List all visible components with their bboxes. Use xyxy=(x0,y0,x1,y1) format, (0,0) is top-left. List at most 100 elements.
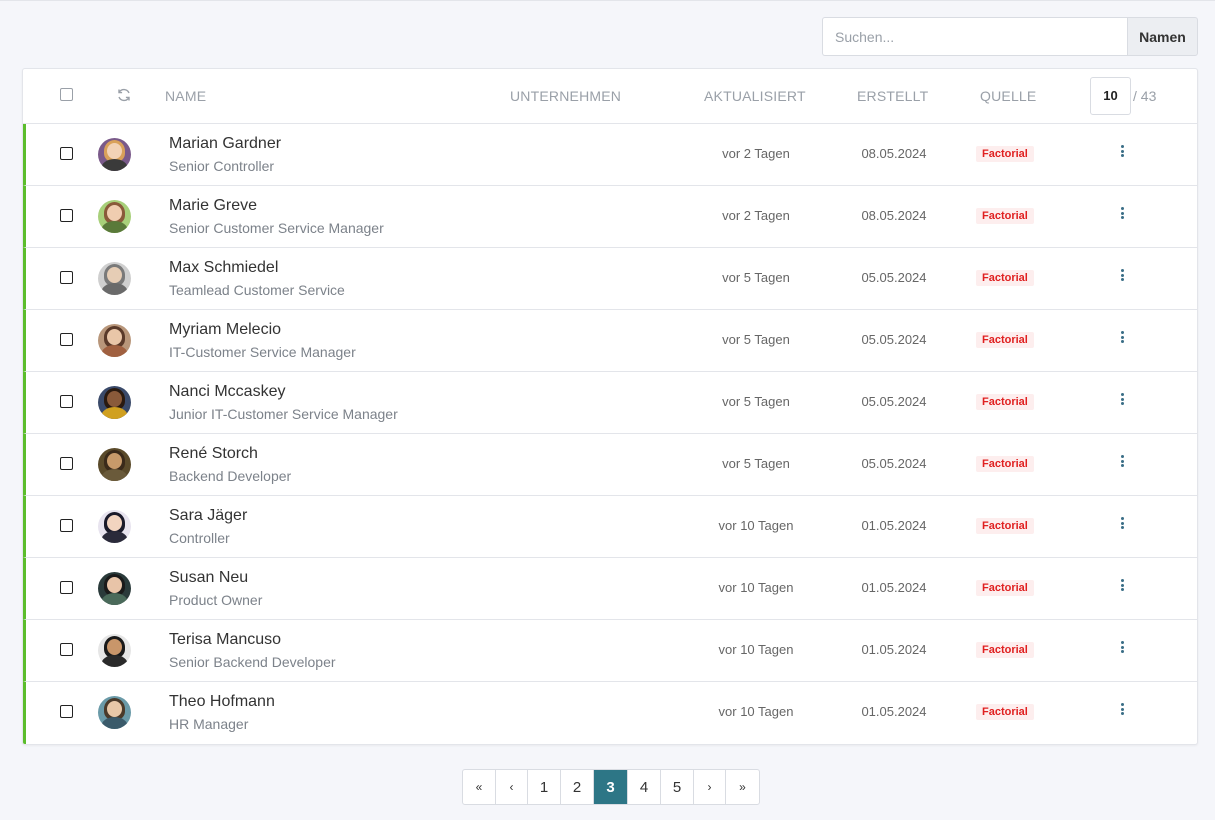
updated-date: vor 5 Tagen xyxy=(722,270,790,285)
more-vertical-icon[interactable] xyxy=(1121,579,1125,593)
created-date: 05.05.2024 xyxy=(861,394,927,409)
column-header-company[interactable]: UNTERNEHMEN xyxy=(510,88,621,104)
column-header-name[interactable]: NAME xyxy=(165,88,206,104)
more-vertical-icon[interactable] xyxy=(1121,455,1125,469)
row-checkbox[interactable] xyxy=(60,519,73,532)
search-input[interactable] xyxy=(822,17,1127,56)
created-date: 01.05.2024 xyxy=(861,580,927,595)
table-row[interactable]: Marie Greve Senior Customer Service Mana… xyxy=(23,186,1197,248)
source-badge: Factorial xyxy=(976,580,1034,596)
table-row[interactable]: Max Schmiedel Teamlead Customer Service … xyxy=(23,248,1197,310)
column-header-source[interactable]: QUELLE xyxy=(980,88,1036,104)
avatar xyxy=(98,200,131,233)
table-row[interactable]: Susan Neu Product Owner vor 10 Tagen 01.… xyxy=(23,558,1197,620)
search-bar: Namen xyxy=(822,17,1198,56)
more-vertical-icon[interactable] xyxy=(1121,331,1125,345)
row-checkbox[interactable] xyxy=(60,209,73,222)
contact-job-title: Senior Controller xyxy=(169,158,275,174)
row-checkbox[interactable] xyxy=(60,333,73,346)
search-mode-button[interactable]: Namen xyxy=(1127,17,1198,56)
contact-name[interactable]: Sara Jäger xyxy=(169,507,247,525)
created-date: 01.05.2024 xyxy=(861,642,927,657)
column-header-updated[interactable]: AKTUALISIERT xyxy=(704,88,806,104)
pagination-page-4[interactable]: 4 xyxy=(628,770,661,804)
contact-job-title: IT-Customer Service Manager xyxy=(169,344,356,360)
contact-name[interactable]: Marian Gardner xyxy=(169,135,281,153)
pagination-first-button[interactable]: « xyxy=(463,770,496,804)
refresh-icon[interactable] xyxy=(116,87,132,103)
row-checkbox[interactable] xyxy=(60,643,73,656)
updated-date: vor 2 Tagen xyxy=(722,208,790,223)
row-checkbox[interactable] xyxy=(60,395,73,408)
avatar xyxy=(98,138,131,171)
more-vertical-icon[interactable] xyxy=(1121,269,1125,283)
updated-date: vor 2 Tagen xyxy=(722,146,790,161)
select-all-checkbox[interactable] xyxy=(60,88,73,101)
pagination: « ‹ 1 2 3 4 5 › » xyxy=(462,769,760,805)
contact-name[interactable]: Myriam Melecio xyxy=(169,321,281,339)
contact-job-title: Backend Developer xyxy=(169,468,292,484)
source-badge: Factorial xyxy=(976,642,1034,658)
table-row[interactable]: Sara Jäger Controller vor 10 Tagen 01.05… xyxy=(23,496,1197,558)
table-row[interactable]: Terisa Mancuso Senior Backend Developer … xyxy=(23,620,1197,682)
source-badge: Factorial xyxy=(976,270,1034,286)
more-vertical-icon[interactable] xyxy=(1121,703,1125,717)
contact-name[interactable]: Nanci Mccaskey xyxy=(169,383,285,401)
table-body: Marian Gardner Senior Controller vor 2 T… xyxy=(23,124,1197,744)
updated-date: vor 10 Tagen xyxy=(718,518,794,533)
source-badge: Factorial xyxy=(976,518,1034,534)
table-row[interactable]: Nanci Mccaskey Junior IT-Customer Servic… xyxy=(23,372,1197,434)
created-date: 08.05.2024 xyxy=(861,146,927,161)
more-vertical-icon[interactable] xyxy=(1121,517,1125,531)
updated-date: vor 5 Tagen xyxy=(722,394,790,409)
pagination-page-1[interactable]: 1 xyxy=(528,770,561,804)
updated-date: vor 5 Tagen xyxy=(722,456,790,471)
source-badge: Factorial xyxy=(976,208,1034,224)
row-checkbox[interactable] xyxy=(60,581,73,594)
pagination-next-button[interactable]: › xyxy=(694,770,726,804)
source-badge: Factorial xyxy=(976,704,1034,720)
table-row[interactable]: Theo Hofmann HR Manager vor 10 Tagen 01.… xyxy=(23,682,1197,744)
total-count: / 43 xyxy=(1133,88,1157,104)
contact-job-title: Teamlead Customer Service xyxy=(169,282,345,298)
avatar xyxy=(98,448,131,481)
created-date: 05.05.2024 xyxy=(861,456,927,471)
contact-name[interactable]: Susan Neu xyxy=(169,569,248,587)
more-vertical-icon[interactable] xyxy=(1121,145,1125,159)
contact-job-title: HR Manager xyxy=(169,716,249,732)
more-vertical-icon[interactable] xyxy=(1121,393,1125,407)
avatar xyxy=(98,572,131,605)
pagination-page-2[interactable]: 2 xyxy=(561,770,594,804)
row-checkbox[interactable] xyxy=(60,271,73,284)
contact-name[interactable]: Max Schmiedel xyxy=(169,259,278,277)
source-badge: Factorial xyxy=(976,394,1034,410)
contact-name[interactable]: René Storch xyxy=(169,445,258,463)
column-header-created[interactable]: ERSTELLT xyxy=(857,88,928,104)
contact-name[interactable]: Theo Hofmann xyxy=(169,693,275,711)
pagination-page-5[interactable]: 5 xyxy=(661,770,694,804)
contact-job-title: Senior Backend Developer xyxy=(169,654,336,670)
row-checkbox[interactable] xyxy=(60,705,73,718)
pagination-prev-button[interactable]: ‹ xyxy=(496,770,528,804)
avatar xyxy=(98,634,131,667)
row-checkbox[interactable] xyxy=(60,457,73,470)
avatar xyxy=(98,386,131,419)
source-badge: Factorial xyxy=(976,456,1034,472)
source-badge: Factorial xyxy=(976,332,1034,348)
contact-job-title: Senior Customer Service Manager xyxy=(169,220,384,236)
avatar xyxy=(98,262,131,295)
pagination-page-3[interactable]: 3 xyxy=(594,770,628,804)
created-date: 01.05.2024 xyxy=(861,518,927,533)
table-row[interactable]: René Storch Backend Developer vor 5 Tage… xyxy=(23,434,1197,496)
row-checkbox[interactable] xyxy=(60,147,73,160)
pagination-last-button[interactable]: » xyxy=(726,770,759,804)
more-vertical-icon[interactable] xyxy=(1121,641,1125,655)
contact-name[interactable]: Marie Greve xyxy=(169,197,257,215)
contact-name[interactable]: Terisa Mancuso xyxy=(169,631,281,649)
table-row[interactable]: Myriam Melecio IT-Customer Service Manag… xyxy=(23,310,1197,372)
contact-job-title: Junior IT-Customer Service Manager xyxy=(169,406,398,422)
more-vertical-icon[interactable] xyxy=(1121,207,1125,221)
contact-job-title: Product Owner xyxy=(169,592,263,608)
table-row[interactable]: Marian Gardner Senior Controller vor 2 T… xyxy=(23,124,1197,186)
page-size-input[interactable]: 10 xyxy=(1090,77,1131,115)
